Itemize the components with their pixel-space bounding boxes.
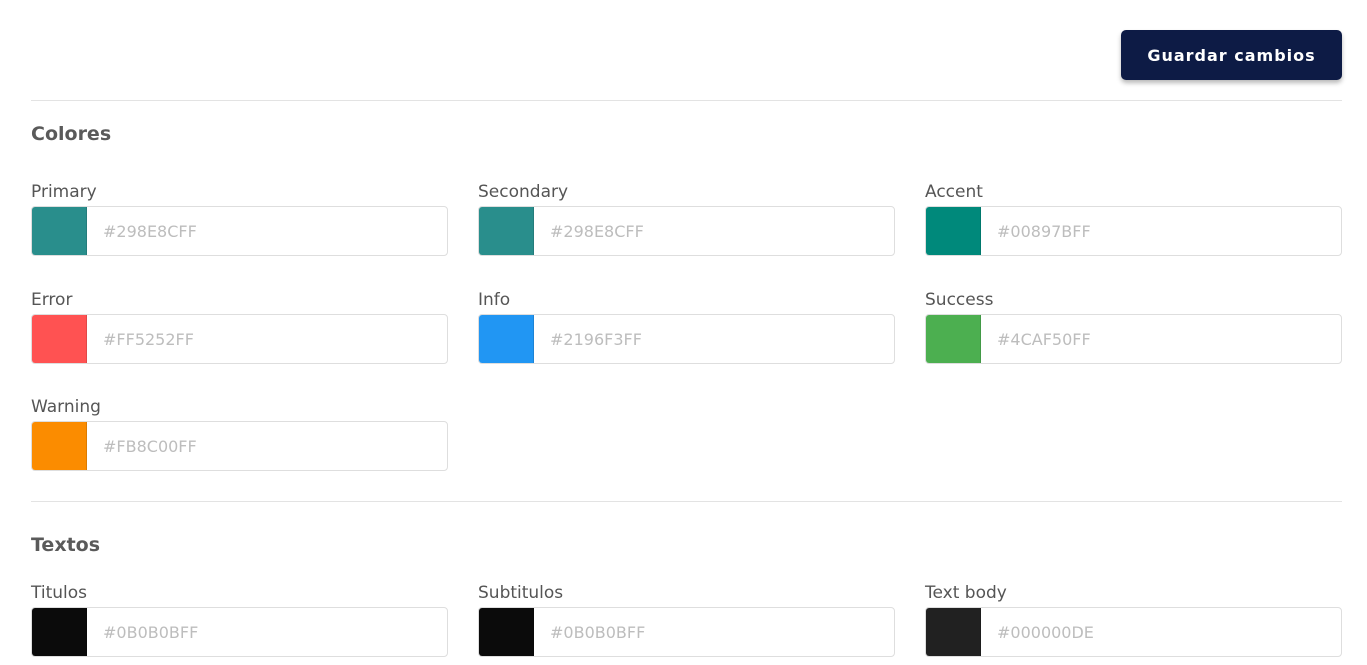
color-swatch-titles[interactable] <box>32 608 87 656</box>
color-field-info: Info <box>478 289 895 372</box>
color-input-group <box>31 607 448 657</box>
color-input-group <box>925 314 1342 364</box>
text-field-body: Text body <box>925 582 1342 665</box>
color-field-accent: Accent <box>925 181 1342 264</box>
color-swatch-body[interactable] <box>926 608 981 656</box>
color-swatch-subtitles[interactable] <box>479 608 534 656</box>
color-field-error: Error <box>31 289 448 372</box>
info-color-input[interactable] <box>534 315 894 363</box>
color-input-group <box>925 607 1342 657</box>
color-swatch-error[interactable] <box>32 315 87 363</box>
text-field-label: Titulos <box>31 583 88 603</box>
body-color-input[interactable] <box>981 608 1341 656</box>
color-swatch-warning[interactable] <box>32 422 87 470</box>
colors-section-title: Colores <box>31 123 112 145</box>
color-input-group <box>478 314 895 364</box>
color-input-group <box>31 314 448 364</box>
warning-color-input[interactable] <box>87 422 447 470</box>
primary-color-input[interactable] <box>87 207 447 255</box>
error-color-input[interactable] <box>87 315 447 363</box>
color-swatch-primary[interactable] <box>32 207 87 255</box>
secondary-color-input[interactable] <box>534 207 894 255</box>
color-field-label: Error <box>31 290 73 310</box>
color-field-secondary: Secondary <box>478 181 895 264</box>
subtitles-color-input[interactable] <box>534 608 894 656</box>
section-divider <box>31 501 1342 502</box>
color-swatch-accent[interactable] <box>926 207 981 255</box>
color-field-primary: Primary <box>31 181 448 264</box>
color-input-group <box>478 206 895 256</box>
color-input-group <box>31 206 448 256</box>
text-field-subtitles: Subtitulos <box>478 582 895 665</box>
color-swatch-secondary[interactable] <box>479 207 534 255</box>
color-field-label: Secondary <box>478 182 569 202</box>
color-field-warning: Warning <box>31 396 448 479</box>
titles-color-input[interactable] <box>87 608 447 656</box>
save-changes-button[interactable]: Guardar cambios <box>1121 30 1342 80</box>
color-field-label: Primary <box>31 182 97 202</box>
text-field-label: Subtitulos <box>478 583 564 603</box>
color-field-success: Success <box>925 289 1342 372</box>
color-field-label: Warning <box>31 397 101 417</box>
color-input-group <box>925 206 1342 256</box>
texts-section-title: Textos <box>31 534 101 556</box>
text-field-label: Text body <box>925 583 1007 603</box>
header-divider <box>31 100 1342 101</box>
color-swatch-success[interactable] <box>926 315 981 363</box>
color-swatch-info[interactable] <box>479 315 534 363</box>
color-field-label: Accent <box>925 182 983 202</box>
color-field-label: Success <box>925 290 994 310</box>
color-input-group <box>31 421 448 471</box>
text-field-titles: Titulos <box>31 582 448 665</box>
accent-color-input[interactable] <box>981 207 1341 255</box>
success-color-input[interactable] <box>981 315 1341 363</box>
color-field-label: Info <box>478 290 511 310</box>
color-input-group <box>478 607 895 657</box>
